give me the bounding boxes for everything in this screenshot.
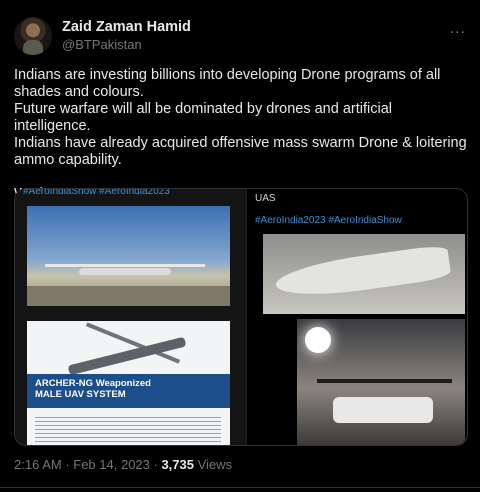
tweet-date[interactable]: Feb 14, 2023 [73, 457, 150, 472]
drone-airfield-photo [27, 206, 230, 306]
left-hashtags: #AeroIndiaShow #AeroIndia2023 [23, 188, 170, 197]
swarm-drone-photo [297, 319, 465, 445]
meta-separator: · [61, 457, 74, 472]
avatar[interactable] [14, 17, 52, 55]
divider [0, 487, 480, 488]
tweet-text: Indians are investing billions into deve… [14, 67, 467, 202]
tweet-meta: 2:16 AM · Feb 14, 2023 · 3,735 Views [14, 457, 232, 472]
right-caption: UAS [255, 193, 276, 204]
meta-separator-2: · [149, 457, 162, 472]
media-grid[interactable]: #AeroIndiaShow #AeroIndia2023 ARCHER-NG … [14, 188, 468, 446]
archer-ng-brochure: ARCHER-NG Weaponized MALE UAV SYSTEM [27, 321, 230, 445]
right-hashtags: #AeroIndia2023 #AeroIndiaShow [255, 215, 402, 226]
archer-title: ARCHER-NG Weaponized MALE UAV SYSTEM [35, 378, 151, 400]
views-count: 3,735 [161, 457, 194, 472]
media-image-left[interactable]: #AeroIndiaShow #AeroIndia2023 ARCHER-NG … [15, 189, 245, 445]
author-handle[interactable]: @BTPakistan [62, 37, 142, 52]
media-image-right[interactable]: UAS #AeroIndia2023 #AeroIndiaShow [247, 189, 467, 445]
views-label: Views [194, 457, 233, 472]
tweet-time[interactable]: 2:16 AM [14, 457, 62, 472]
drone-display-photo [263, 234, 465, 314]
more-options-icon[interactable]: ... [450, 20, 466, 38]
tweet-header: Zaid Zaman Hamid @BTPakistan ... [14, 14, 466, 58]
author-name[interactable]: Zaid Zaman Hamid [62, 19, 191, 35]
